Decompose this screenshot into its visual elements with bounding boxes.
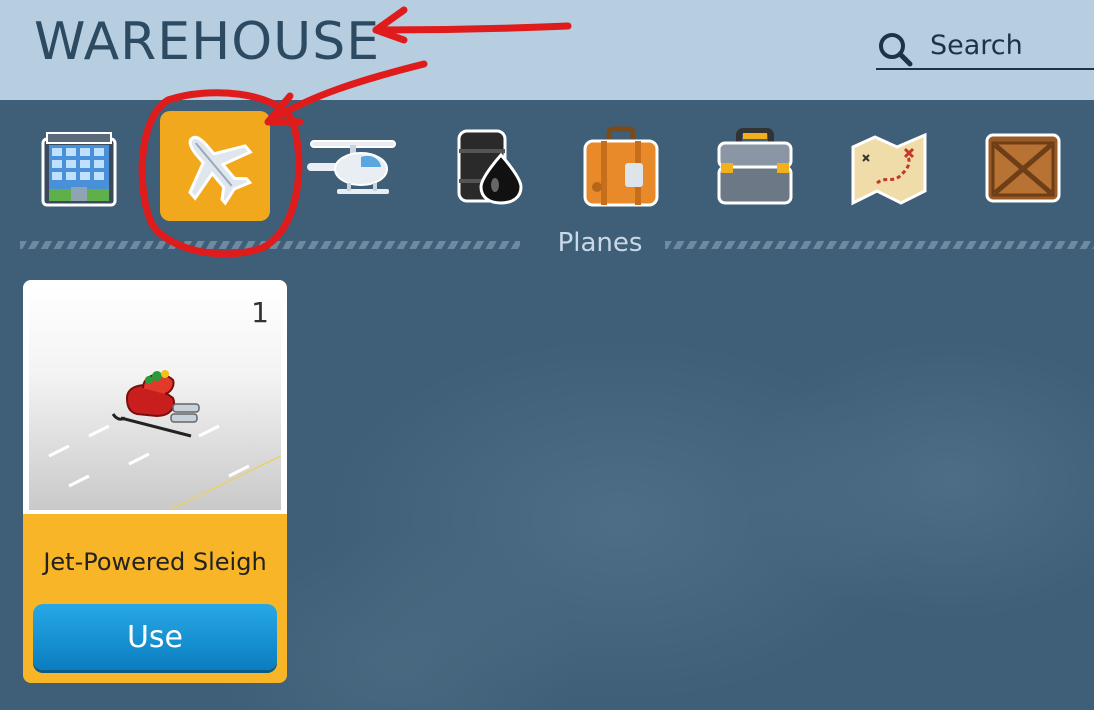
- treasure-map-icon: [851, 132, 927, 206]
- building-icon: [41, 132, 117, 207]
- helicopter-icon: [307, 140, 396, 194]
- item-card[interactable]: 1 Jet-Powered Sleigh Use: [23, 280, 287, 683]
- category-oil[interactable]: [432, 112, 542, 222]
- search-icon[interactable]: [876, 30, 916, 70]
- category-map[interactable]: [834, 112, 944, 222]
- crate-icon: [985, 133, 1061, 203]
- divider-right: [665, 241, 1094, 249]
- oil-barrel-icon: [457, 129, 523, 205]
- page-title: WAREHOUSE: [34, 12, 381, 72]
- suitcase-icon: [583, 126, 659, 207]
- category-planes[interactable]: [160, 111, 270, 221]
- search-input[interactable]: [928, 26, 1092, 64]
- category-suitcase[interactable]: [566, 112, 676, 222]
- sleigh-icon: [111, 370, 200, 438]
- toolbox-icon: [717, 128, 793, 205]
- use-button[interactable]: Use: [33, 604, 277, 670]
- category-toolbox[interactable]: [700, 112, 810, 222]
- category-buildings[interactable]: [24, 112, 134, 222]
- plane-icon: [188, 135, 253, 206]
- item-name: Jet-Powered Sleigh: [43, 548, 267, 576]
- runway-background: [29, 286, 281, 510]
- header: WAREHOUSE: [0, 0, 1094, 100]
- category-label: Planes: [557, 228, 643, 258]
- item-image: 1: [23, 280, 287, 514]
- divider-left: [20, 241, 520, 249]
- item-count: 1: [251, 296, 269, 329]
- search-box[interactable]: [876, 24, 1094, 70]
- category-crate[interactable]: [968, 112, 1078, 222]
- category-helicopters[interactable]: [298, 112, 408, 222]
